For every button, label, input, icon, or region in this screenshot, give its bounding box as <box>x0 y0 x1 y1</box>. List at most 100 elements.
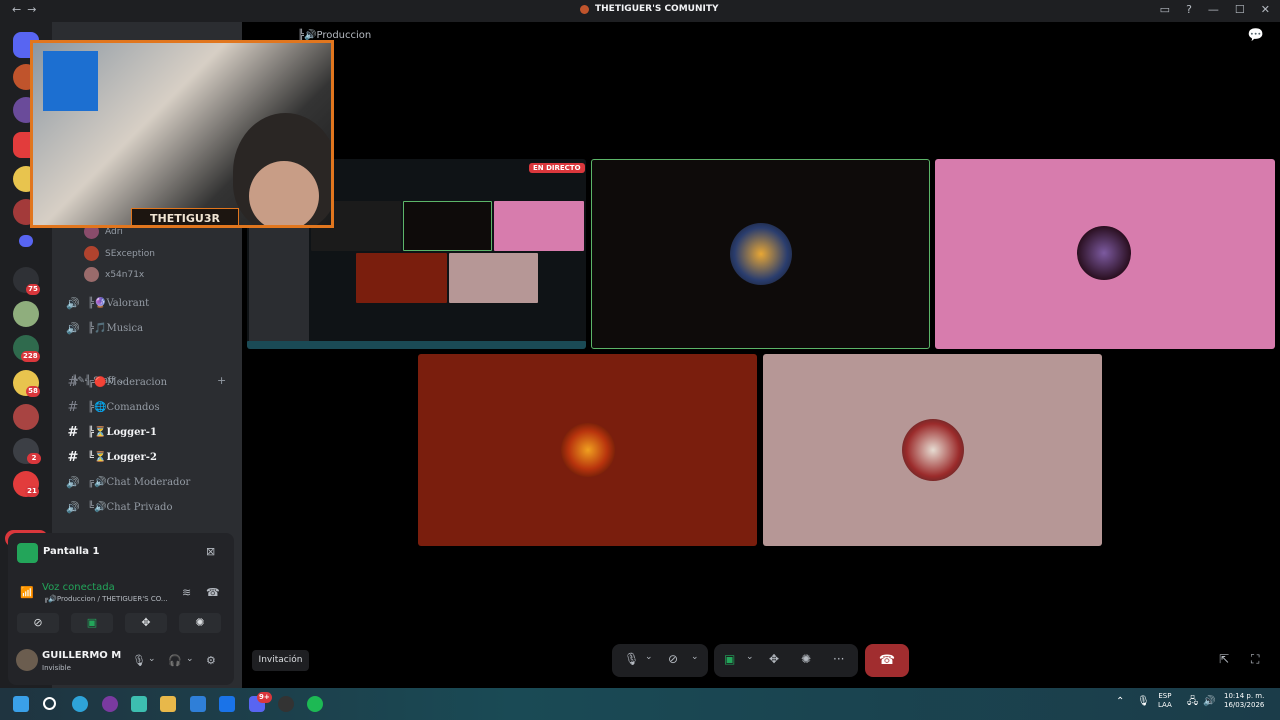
stop-stream-icon[interactable]: ⊠ <box>206 545 215 558</box>
hang-up-button[interactable]: ☎ <box>865 644 909 677</box>
windows-start-icon[interactable] <box>13 696 29 712</box>
participant-tile[interactable] <box>418 354 757 546</box>
mail-icon[interactable] <box>219 696 235 712</box>
share-screen-button[interactable]: ▣ <box>71 613 113 633</box>
avatar <box>84 246 99 261</box>
network-icon[interactable]: 🖧 <box>1187 697 1198 707</box>
help-icon[interactable]: ? <box>1186 3 1192 16</box>
share-screen-icon[interactable]: ▣ <box>724 652 735 666</box>
inbox-icon[interactable]: ▭ <box>1160 3 1170 16</box>
mention-badge: 75 <box>26 284 40 295</box>
hash-icon: # <box>67 450 79 465</box>
channel-label: ╔🔴Moderacion <box>88 377 168 388</box>
voice-channel-chat-moderador[interactable]: 🔊 ╔🔊Chat Moderador <box>66 476 190 489</box>
mic-icon[interactable]: 🎙 <box>132 654 146 667</box>
voice-channel-valorant[interactable]: 🔊 ╠🔮Valorant <box>66 297 149 310</box>
speaker-icon: 🔊 <box>66 476 80 489</box>
voice-channel-path[interactable]: ╔🔊Produccion / THETIGUER'S CO... <box>44 595 168 603</box>
speaker-icon: 🔊 <box>66 322 80 335</box>
text-channel-comandos[interactable]: # ╠🌐Comandos <box>66 400 160 415</box>
channel-label: ╠🌐Comandos <box>88 402 160 413</box>
voice-channel-chat-privado[interactable]: 🔊 ╚🔊Chat Privado <box>66 501 172 514</box>
soundboard-button[interactable]: ✺ <box>179 613 221 633</box>
pop-out-icon[interactable]: ⇱ <box>1219 652 1229 666</box>
voice-channel-musica[interactable]: 🔊 ╠🎵Musica <box>66 322 143 335</box>
mini-taskbar <box>247 341 586 349</box>
soundboard-icon[interactable]: ✺ <box>801 652 811 666</box>
close-button[interactable]: ✕ <box>1261 3 1270 16</box>
back-arrow-icon[interactable]: ← <box>12 3 27 16</box>
chevron-down-icon[interactable]: ⌄ <box>645 652 653 662</box>
mini-tile <box>449 253 538 303</box>
server-icon[interactable] <box>13 301 39 327</box>
copilot-icon[interactable] <box>131 696 147 712</box>
hash-icon: # <box>67 425 79 440</box>
chat-bubble-icon[interactable]: 💬 <box>1248 28 1264 43</box>
mention-badge: 228 <box>21 351 40 362</box>
window-controls: ▭ ? — ☐ ✕ <box>1160 3 1270 16</box>
activities-button[interactable]: ✥ <box>125 613 167 633</box>
disconnect-icon[interactable]: ☎ <box>206 586 220 599</box>
server-icon[interactable] <box>13 404 39 430</box>
add-channel-button[interactable]: + <box>217 374 226 387</box>
channel-label: ╚⏳Logger-2 <box>88 452 157 463</box>
voice-connected-label[interactable]: Voz conectada <box>42 582 115 593</box>
mic-icon[interactable]: 🎙 <box>624 652 639 666</box>
participant-tile[interactable] <box>591 159 930 349</box>
user-name[interactable]: GUILLERMO M <box>42 650 121 661</box>
store-icon[interactable] <box>190 696 206 712</box>
folder-icon[interactable] <box>19 235 33 247</box>
mic-icon[interactable]: 🎙 <box>1137 697 1150 707</box>
volume-icon[interactable]: 🔊 <box>1203 697 1215 707</box>
fullscreen-icon[interactable]: ⛶ <box>1251 652 1259 667</box>
camera-off-icon[interactable]: ⊘ <box>668 652 678 666</box>
invite-button[interactable]: Invitación <box>252 650 309 671</box>
text-channel-logger-2[interactable]: # ╚⏳Logger-2 <box>66 450 157 465</box>
chevron-down-icon[interactable]: ⌄ <box>746 652 754 662</box>
forward-arrow-icon[interactable]: → <box>27 3 42 16</box>
clock[interactable]: 10:14 p. m. 16/03/2026 <box>1224 692 1264 710</box>
speaker-icon: 🔊 <box>66 297 80 310</box>
settings-gear-icon[interactable]: ⚙ <box>206 654 216 667</box>
steam-icon[interactable] <box>278 696 294 712</box>
avatar <box>561 423 615 477</box>
maximize-button[interactable]: ☐ <box>1235 3 1245 16</box>
file-explorer-icon[interactable] <box>160 696 176 712</box>
channel-label: ╠🔮Valorant <box>88 298 150 309</box>
chevron-down-icon[interactable]: ⌄ <box>186 654 194 664</box>
avatar <box>84 267 99 282</box>
voice-member[interactable]: SException <box>84 246 155 261</box>
nav-arrows[interactable]: ←→ <box>12 3 42 16</box>
hash-icon: # <box>67 400 79 415</box>
mini-tile <box>403 201 492 251</box>
chevron-down-icon[interactable]: ⌄ <box>691 652 699 662</box>
spotify-icon[interactable] <box>307 696 323 712</box>
minimize-button[interactable]: — <box>1208 3 1219 16</box>
mini-tile <box>356 253 447 303</box>
mention-badge: 21 <box>25 486 39 497</box>
more-options-button[interactable]: ··· <box>833 652 844 666</box>
streamer-logo: THETIGU3R <box>131 208 239 225</box>
window-title-text: THETIGUER'S COMUNITY <box>595 4 719 14</box>
opera-icon[interactable] <box>102 696 118 712</box>
voice-member[interactable]: x54n71x <box>84 267 144 282</box>
webcam-overlay: THETIGU3R <box>30 40 334 228</box>
text-channel-moderacion[interactable]: # ╔🔴Moderacion <box>66 375 168 390</box>
chevron-up-icon[interactable]: ⌃ <box>1116 697 1124 707</box>
participant-tile[interactable] <box>935 159 1275 349</box>
activities-icon[interactable]: ✥ <box>769 652 779 666</box>
camera-off-button[interactable]: ⊘ <box>17 613 59 633</box>
edge-icon[interactable] <box>72 696 88 712</box>
participant-tile[interactable] <box>763 354 1102 546</box>
language-indicator[interactable]: ESP LAA <box>1158 692 1172 710</box>
chevron-down-icon[interactable]: ⌄ <box>148 654 156 664</box>
window-title: THETIGUER'S COMUNITY <box>580 4 719 14</box>
text-channel-logger-1[interactable]: # ╠⏳Logger-1 <box>66 425 157 440</box>
screen-share-title: Pantalla 1 <box>43 546 100 557</box>
avatar[interactable] <box>16 649 38 671</box>
background-monitor <box>43 51 98 111</box>
noise-suppression-icon[interactable]: ≋ <box>182 586 191 599</box>
call-area: ╠🔊Produccion 💬 <box>242 22 1280 688</box>
search-icon[interactable] <box>43 697 56 710</box>
headphones-icon[interactable]: 🎧 <box>168 654 182 667</box>
